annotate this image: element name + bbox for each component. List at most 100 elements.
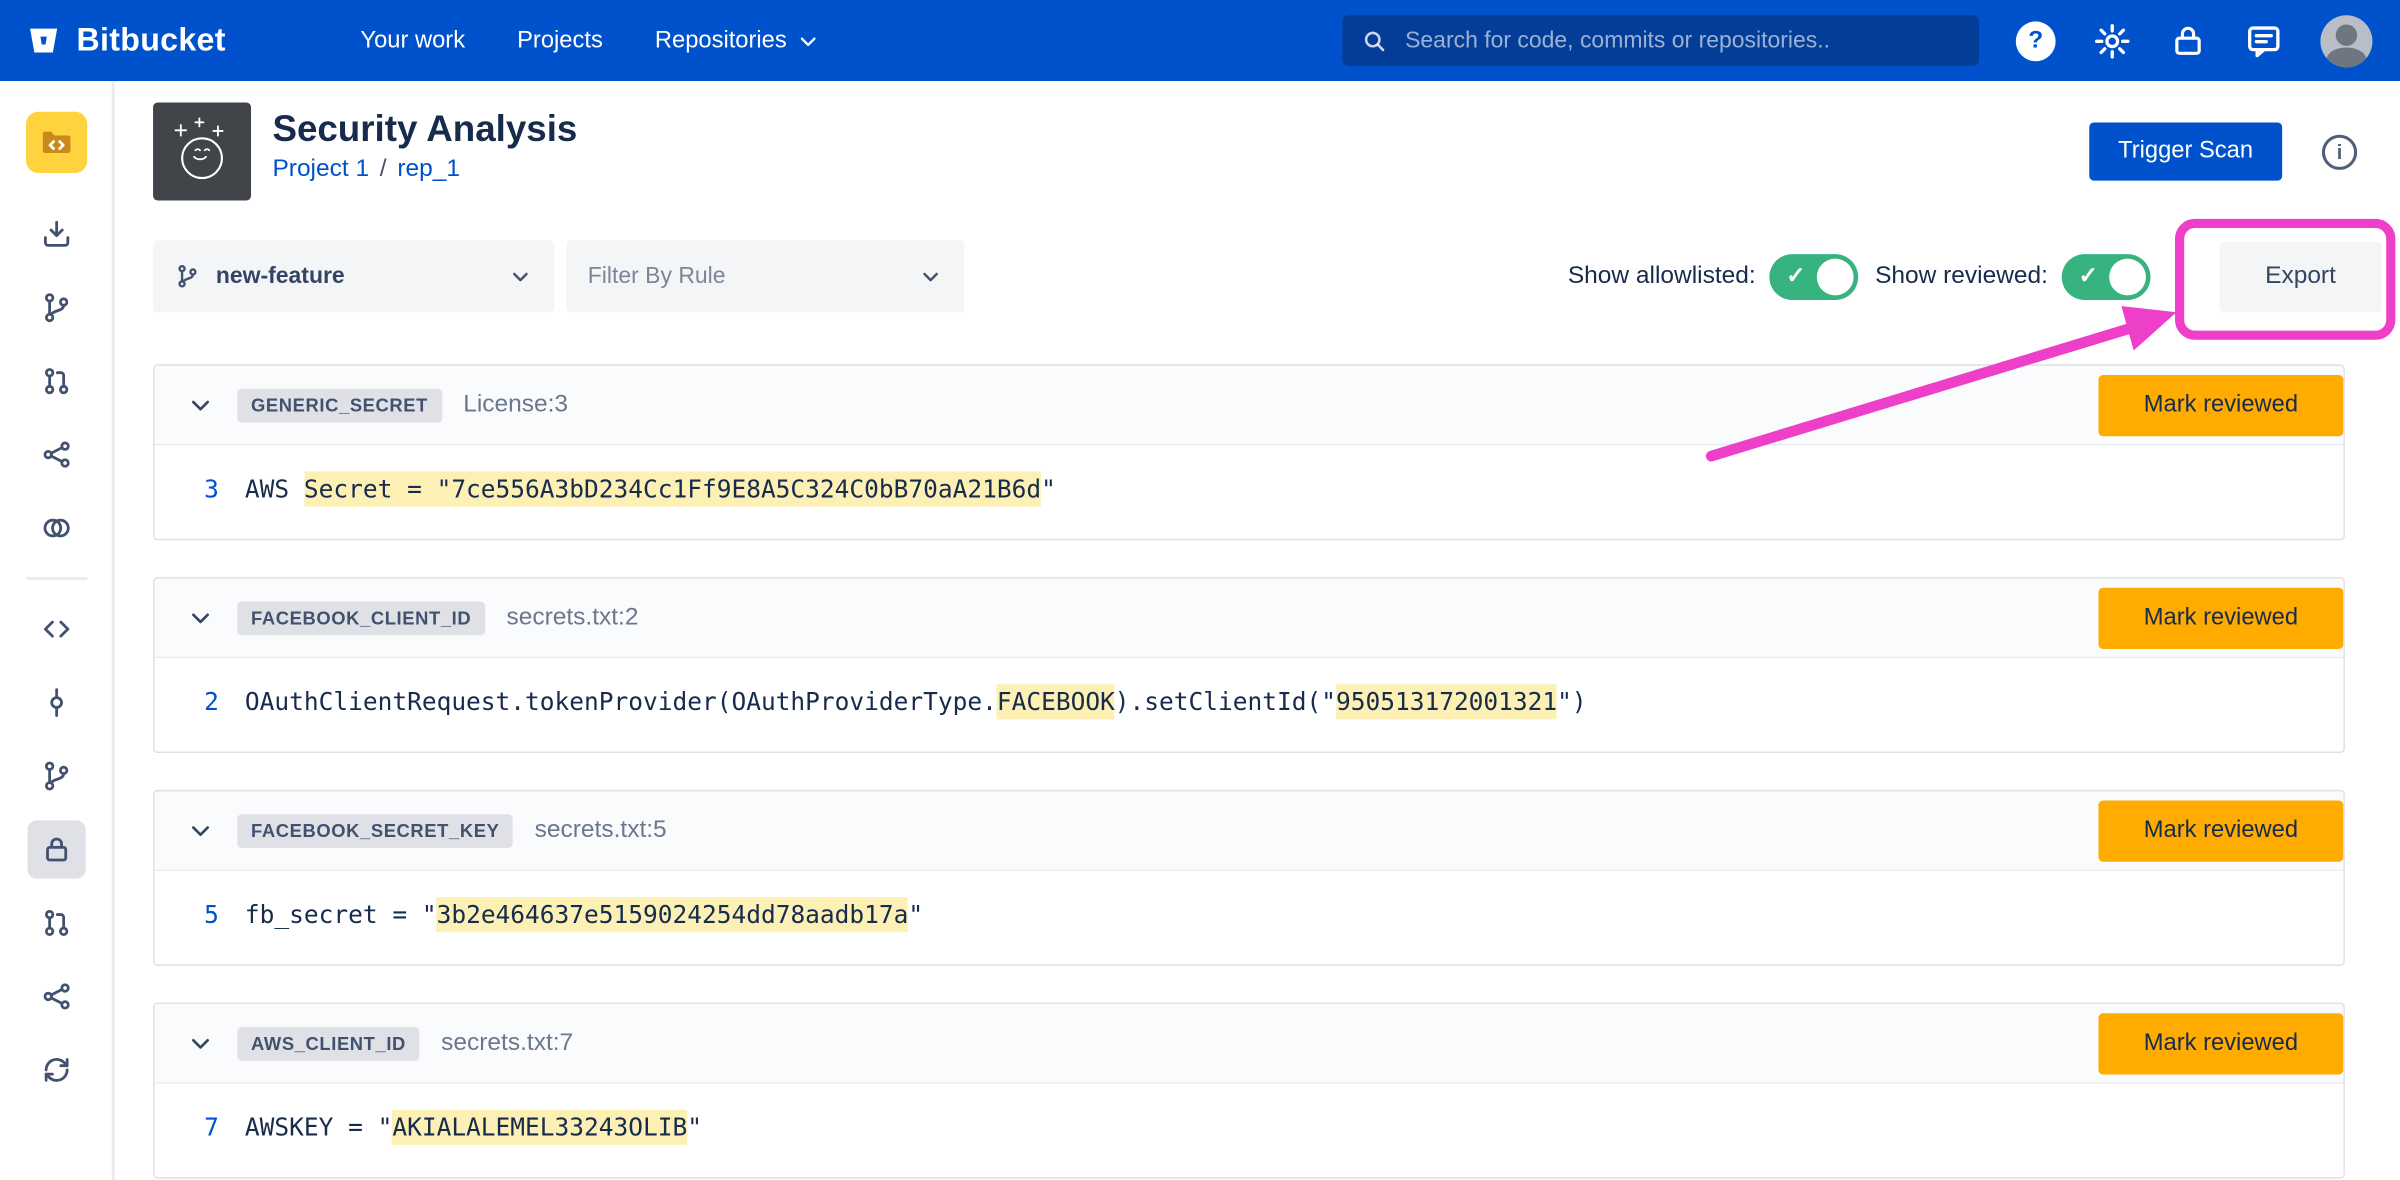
breadcrumb-repo-link[interactable]: rep_1 [397,156,460,184]
finding-header: FACEBOOK_CLIENT_ID secrets.txt:2 Mark re… [155,579,2344,659]
code-segment: ") [1557,687,1586,716]
rule-filter-placeholder: Filter By Rule [588,263,726,289]
sync-icon [39,1053,73,1087]
nav-repositories[interactable]: Repositories [655,27,819,55]
sidebar [0,81,115,1180]
deployments-icon [39,511,73,545]
toggle-knob [1817,258,1854,295]
clone-icon [39,217,73,251]
code-text: fb_secret = "3b2e464637e5159024254dd78aa… [245,897,923,932]
user-avatar[interactable] [2320,15,2372,67]
breadcrumb-project-link[interactable]: Project 1 [272,156,369,184]
brand-name: Bitbucket [77,22,226,59]
info-icon[interactable]: i [2322,134,2357,169]
finding-body: 2 OAuthClientRequest.tokenProvider(OAuth… [155,658,2344,751]
finding-card: FACEBOOK_CLIENT_ID secrets.txt:2 Mark re… [153,577,2345,753]
global-search[interactable] [1342,15,1979,66]
code-folder-icon [38,124,75,161]
mark-reviewed-button[interactable]: Mark reviewed [2098,800,2343,861]
help-icon[interactable]: ? [2016,21,2056,61]
chevron-down-icon [918,264,942,288]
code-line: 2 OAuthClientRequest.tokenProvider(OAuth… [155,684,2344,719]
mark-reviewed-button[interactable]: Mark reviewed [2098,1013,2343,1074]
finding-body: 5 fb_secret = "3b2e464637e5159024254dd78… [155,871,2344,964]
search-input[interactable] [1402,26,1961,55]
nav-your-work[interactable]: Your work [360,27,465,55]
show-allowlisted-label: Show allowlisted: [1568,263,1756,291]
sidebar-item-branches[interactable] [27,279,85,337]
code-segment: " [687,1113,702,1142]
chevron-down-icon[interactable] [188,818,212,842]
rule-badge: FACEBOOK_CLIENT_ID [237,601,485,635]
sidebar-item-source[interactable] [27,600,85,658]
rule-filter-dropdown[interactable]: Filter By Rule [566,240,964,312]
pull-request-icon [39,906,73,940]
code-line: 5 fb_secret = "3b2e464637e5159024254dd78… [155,897,2344,932]
feedback-icon[interactable] [2244,21,2284,61]
primary-nav: Your work Projects Repositories [360,27,818,55]
lock-icon[interactable] [2169,21,2207,59]
findings-list: GENERIC_SECRET License:3 Mark reviewed 3… [153,364,2382,1178]
sidebar-item-security[interactable] [27,820,85,878]
page-title: Security Analysis [272,109,577,152]
mark-reviewed-button[interactable]: Mark reviewed [2098,587,2343,648]
nav-projects[interactable]: Projects [517,27,603,55]
title-block: Security Analysis Project 1 / rep_1 [272,103,577,184]
finding-location: secrets.txt:7 [441,1029,573,1057]
pipelines-icon [39,980,73,1014]
finding-location: secrets.txt:5 [535,817,667,845]
bitbucket-mark-icon [24,21,62,59]
sidebar-item-sync[interactable] [27,1041,85,1099]
code-segment: ).setClientId(" [1115,687,1336,716]
check-icon: ✓ [2079,261,2098,289]
pull-request-icon [39,364,73,398]
code-segment: " [1041,474,1056,503]
show-reviewed-toggle[interactable]: ✓ [2062,253,2151,299]
chevron-down-icon[interactable] [188,1031,212,1055]
code-highlight: AKIALALEMEL33243OLIB [392,1110,687,1145]
chevron-down-icon [797,30,818,51]
code-text: AWS Secret = "7ce556A3bD234Cc1Ff9E8A5C32… [245,471,1056,506]
rule-badge: AWS_CLIENT_ID [237,1026,419,1060]
source-code-icon [39,612,73,646]
breadcrumb: Project 1 / rep_1 [272,156,577,184]
finding-body: 7 AWSKEY = "AKIALALEMEL33243OLIB" [155,1084,2344,1177]
breadcrumb-separator: / [380,156,387,184]
chevron-down-icon[interactable] [188,393,212,417]
sidebar-repo-avatar[interactable] [25,112,86,173]
trigger-scan-button[interactable]: Trigger Scan [2089,122,2282,180]
rule-badge: FACEBOOK_SECRET_KEY [237,814,513,848]
export-button[interactable]: Export [2219,241,2381,311]
branch-icon [174,263,200,289]
repository-avatar-image [153,103,251,201]
sidebar-item-pipelines[interactable] [27,426,85,484]
sidebar-item-clone[interactable] [27,205,85,263]
settings-gear-icon[interactable] [2092,21,2132,61]
pipelines-icon [39,438,73,472]
sidebar-item-pipelines-2[interactable] [27,967,85,1025]
mark-reviewed-button[interactable]: Mark reviewed [2098,374,2343,435]
sidebar-item-pull-requests-2[interactable] [27,894,85,952]
finding-card: AWS_CLIENT_ID secrets.txt:7 Mark reviewe… [153,1003,2345,1179]
check-icon: ✓ [1786,261,1805,289]
chevron-down-icon[interactable] [188,605,212,629]
sidebar-item-deployments[interactable] [27,499,85,557]
code-segment: AWSKEY = " [245,1113,392,1142]
finding-body: 3 AWS Secret = "7ce556A3bD234Cc1Ff9E8A5C… [155,445,2344,538]
sidebar-item-commits[interactable] [27,673,85,731]
topnav-icon-group: ? [2016,15,2373,67]
branch-selector[interactable]: new-feature [153,240,554,312]
filter-toggles: Show allowlisted: ✓ Show reviewed: ✓ Exp… [1568,241,2382,311]
branch-icon [39,291,73,325]
sidebar-item-pull-requests[interactable] [27,352,85,410]
nav-your-work-label: Your work [360,27,465,55]
branch-selector-value: new-feature [216,263,345,289]
bitbucket-logo[interactable]: Bitbucket [24,21,225,59]
code-line: 3 AWS Secret = "7ce556A3bD234Cc1Ff9E8A5C… [155,471,2344,506]
sidebar-item-branches-2[interactable] [27,747,85,805]
code-segment: OAuthClientRequest.tokenProvider(OAuthPr… [245,687,997,716]
show-allowlisted-toggle[interactable]: ✓ [1769,253,1858,299]
line-number: 5 [155,897,219,932]
chevron-down-icon [508,264,532,288]
finding-header: GENERIC_SECRET License:3 Mark reviewed [155,366,2344,446]
